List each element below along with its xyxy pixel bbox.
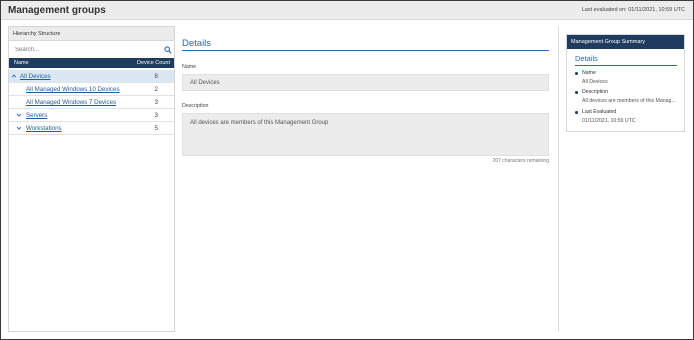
tree-row-label[interactable]: Workstations [26,125,62,132]
summary-card: Management Group Summary Details Name Al… [566,34,685,132]
column-name: Name [14,60,29,66]
summary-subtitle: Details [575,54,598,63]
summary-item-value: 01/11/2021, 10:59 UTC [582,118,636,124]
tree-row-windows-10[interactable]: All Managed Windows 10 Devices 2 [9,83,174,96]
summary-item-label: Name [582,70,596,76]
tree-row-count: 5 [154,125,158,132]
search-input[interactable] [15,44,155,56]
right-pane-divider [558,26,559,332]
chevron-down-icon[interactable] [16,112,22,118]
details-divider [182,50,549,51]
bullet-icon [575,90,578,94]
bullet-icon [575,71,578,75]
tree-row-windows-7[interactable]: All Managed Windows 7 Devices 3 [9,96,174,109]
chevron-down-icon[interactable] [16,125,22,131]
hierarchy-title: Hierarchy Structure [9,27,174,41]
tree-row-count: 3 [154,99,158,106]
summary-item-label: Description [582,89,608,95]
tree-row-label[interactable]: All Managed Windows 10 Devices [26,86,120,93]
search-icon[interactable] [164,46,172,54]
summary-divider [575,65,677,66]
page-title: Management groups [8,5,106,16]
tree-row-label[interactable]: All Managed Windows 7 Devices [26,99,116,106]
summary-header: Management Group Summary [567,35,684,49]
column-device-count: Device Count [136,60,170,66]
name-label: Name [182,64,197,70]
tree-row-workstations[interactable]: Workstations 5 [9,122,174,135]
hierarchy-column-header: Name Device Count [9,58,174,68]
search-row [9,43,174,57]
tree-row-count: 2 [154,86,158,93]
tree-row-label[interactable]: All Devices [20,73,51,80]
page-header: Management groups Last evaluated on: 01/… [1,1,693,20]
summary-item-value: All devices are members of this Manag... [582,98,676,104]
tree-row-label[interactable]: Servers [26,112,47,119]
tree-row-count: 3 [154,112,158,119]
last-evaluated-text: Last evaluated on: 01/11/2021, 10:59 UTC [581,7,685,13]
chevron-up-icon[interactable] [11,73,17,79]
summary-item-label: Last Evaluated [582,109,617,115]
tree-row-all-devices[interactable]: All Devices 8 [9,70,174,83]
description-field[interactable]: All devices are members of this Manageme… [182,113,549,156]
tree-row-servers[interactable]: Servers 3 [9,109,174,122]
name-field[interactable]: All Devices [182,74,549,91]
summary-item-value: All Devices [582,79,608,85]
description-label: Description [182,103,209,109]
bullet-icon [575,110,578,114]
hierarchy-panel: Hierarchy Structure Name Device Count Al… [8,26,175,332]
details-title: Details [182,38,212,49]
chars-remaining-text: 207 characters remaining [492,158,549,164]
tree-row-count: 8 [154,73,158,80]
